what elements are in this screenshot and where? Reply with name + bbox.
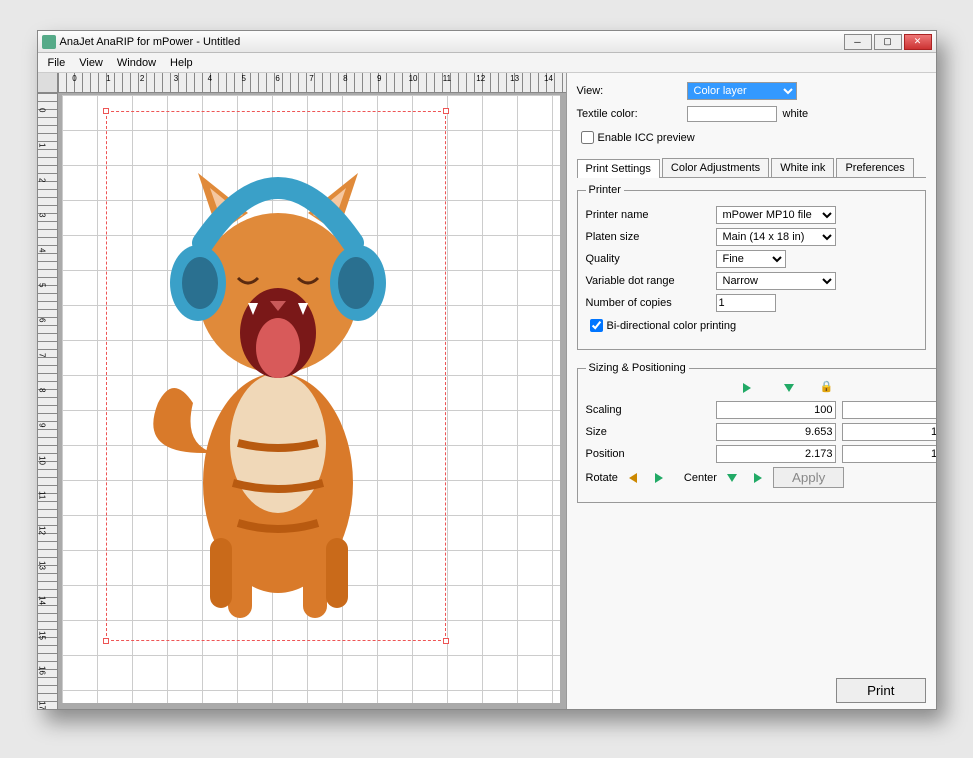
scaling-label: Scaling <box>586 404 716 416</box>
position-y-input[interactable] <box>842 445 936 463</box>
dot-range-label: Variable dot range <box>586 275 716 287</box>
window-controls: ─ ▢ ✕ <box>844 34 932 50</box>
platen-size-select[interactable]: Main (14 x 18 in) <box>716 228 836 246</box>
menu-view[interactable]: View <box>73 55 109 71</box>
tab-color-adjustments[interactable]: Color Adjustments <box>662 158 769 177</box>
printer-name-select[interactable]: mPower MP10 file <box>716 206 836 224</box>
horizontal-icon <box>738 380 756 396</box>
size-w-input[interactable] <box>716 423 836 441</box>
canvas-area[interactable]: 0 1 2 3 4 5 6 7 8 9 10 11 12 13 14 0 1 2… <box>38 73 566 709</box>
maximize-button[interactable]: ▢ <box>874 34 902 50</box>
close-button[interactable]: ✕ <box>904 34 932 50</box>
position-label: Position <box>586 448 716 460</box>
apply-button[interactable]: Apply <box>773 467 844 488</box>
tab-white-ink[interactable]: White ink <box>771 158 834 177</box>
bidirectional-label: Bi-directional color printing <box>607 320 737 332</box>
resize-handle-br[interactable] <box>443 638 449 644</box>
sizing-legend: Sizing & Positioning <box>586 362 689 374</box>
center-v-button[interactable] <box>749 470 767 486</box>
settings-tabs: Print Settings Color Adjustments White i… <box>577 158 926 178</box>
app-window: AnaJet AnaRIP for mPower - Untitled ─ ▢ … <box>37 30 937 710</box>
resize-handle-bl[interactable] <box>103 638 109 644</box>
tab-print-settings[interactable]: Print Settings <box>577 159 660 178</box>
icc-preview-label: Enable ICC preview <box>598 132 695 144</box>
quality-label: Quality <box>586 253 716 265</box>
ruler-vertical: 0 1 2 3 4 5 6 7 8 9 10 11 12 13 14 15 16… <box>38 93 58 709</box>
resize-handle-tl[interactable] <box>103 108 109 114</box>
dot-range-select[interactable]: Narrow <box>716 272 836 290</box>
minimize-button[interactable]: ─ <box>844 34 872 50</box>
center-h-button[interactable] <box>723 470 741 486</box>
ruler-horizontal: 0 1 2 3 4 5 6 7 8 9 10 11 12 13 14 <box>58 73 566 93</box>
textile-value: white <box>783 108 809 120</box>
printer-legend: Printer <box>586 184 624 196</box>
printer-group: Printer Printer name mPower MP10 file Pl… <box>577 184 926 350</box>
printer-name-label: Printer name <box>586 209 716 221</box>
center-label: Center <box>684 472 717 484</box>
scaling-y-input[interactable] <box>842 401 936 419</box>
platen-size-label: Platen size <box>586 231 716 243</box>
textile-color-swatch[interactable] <box>687 106 777 122</box>
bidirectional-checkbox[interactable] <box>590 319 603 332</box>
menubar: File View Window Help <box>38 53 936 73</box>
app-icon <box>42 35 56 49</box>
menu-help[interactable]: Help <box>164 55 199 71</box>
size-label: Size <box>586 426 716 438</box>
sizing-group: Sizing & Positioning 🔒 Scaling Size i <box>577 362 936 503</box>
settings-panel: View: Color layer Textile color: white E… <box>566 73 936 709</box>
resize-handle-tr[interactable] <box>443 108 449 114</box>
ruler-corner <box>38 73 58 93</box>
tab-preferences[interactable]: Preferences <box>836 158 913 177</box>
icc-preview-checkbox[interactable] <box>581 131 594 144</box>
rotate-label: Rotate <box>586 472 618 484</box>
copies-label: Number of copies <box>586 297 716 309</box>
titlebar: AnaJet AnaRIP for mPower - Untitled ─ ▢ … <box>38 31 936 53</box>
quality-select[interactable]: Fine <box>716 250 786 268</box>
vertical-icon <box>780 380 798 396</box>
menu-file[interactable]: File <box>42 55 72 71</box>
view-select[interactable]: Color layer <box>687 82 797 100</box>
copies-input[interactable] <box>716 294 776 312</box>
rotate-cw-button[interactable] <box>650 470 668 486</box>
window-title: AnaJet AnaRIP for mPower - Untitled <box>60 36 241 48</box>
rotate-ccw-button[interactable] <box>624 470 642 486</box>
scaling-x-input[interactable] <box>716 401 836 419</box>
lock-icon[interactable]: 🔒 <box>820 380 834 396</box>
artwork-image[interactable] <box>128 143 428 623</box>
size-h-input[interactable] <box>842 423 936 441</box>
view-label: View: <box>577 85 687 97</box>
textile-label: Textile color: <box>577 108 687 120</box>
print-button[interactable]: Print <box>836 678 925 703</box>
menu-window[interactable]: Window <box>111 55 162 71</box>
position-x-input[interactable] <box>716 445 836 463</box>
